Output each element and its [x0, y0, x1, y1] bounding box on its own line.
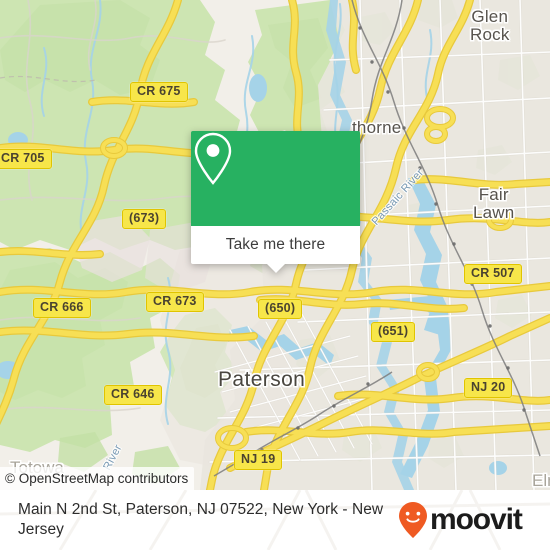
popup-header	[191, 131, 360, 226]
highway-shield: CR 705	[0, 149, 52, 169]
popup-pointer	[265, 263, 286, 273]
highway-shield: CR 507	[464, 264, 522, 284]
osm-attribution-text: © OpenStreetMap contributors	[5, 471, 189, 486]
highway-shield: NJ 20	[464, 378, 513, 398]
highway-shield: CR 675	[130, 82, 188, 102]
address-text: Main N 2nd St, Paterson, NJ 07522, New Y…	[18, 500, 384, 538]
highway-shield: CR 646	[104, 385, 162, 405]
address-footer-bar: Main N 2nd St, Paterson, NJ 07522, New Y…	[0, 490, 550, 550]
take-me-there-popup[interactable]: Take me there	[191, 131, 360, 273]
popup-footer[interactable]: Take me there	[191, 226, 360, 273]
highway-shield: (673)	[122, 209, 167, 229]
map-canvas[interactable]: .wtr{fill:#a5d3e8} .grn{fill:#cde5b2} .g…	[0, 0, 550, 490]
highway-shield: (651)	[371, 322, 416, 342]
take-me-there-label: Take me there	[225, 236, 326, 253]
highway-shield: (650)	[258, 299, 303, 319]
moovit-wordmark: moovit	[430, 503, 523, 536]
osm-attribution[interactable]: © OpenStreetMap contributors	[0, 467, 195, 490]
moovit-map-screen: .wtr{fill:#a5d3e8} .grn{fill:#cde5b2} .g…	[0, 0, 550, 550]
highway-shield: NJ 19	[234, 450, 283, 470]
moovit-pin-icon	[399, 502, 427, 538]
highway-shield: CR 673	[146, 292, 204, 312]
map-pin-icon	[194, 132, 232, 185]
moovit-brand[interactable]: moovit	[398, 501, 523, 539]
highway-shield: CR 666	[33, 298, 91, 318]
